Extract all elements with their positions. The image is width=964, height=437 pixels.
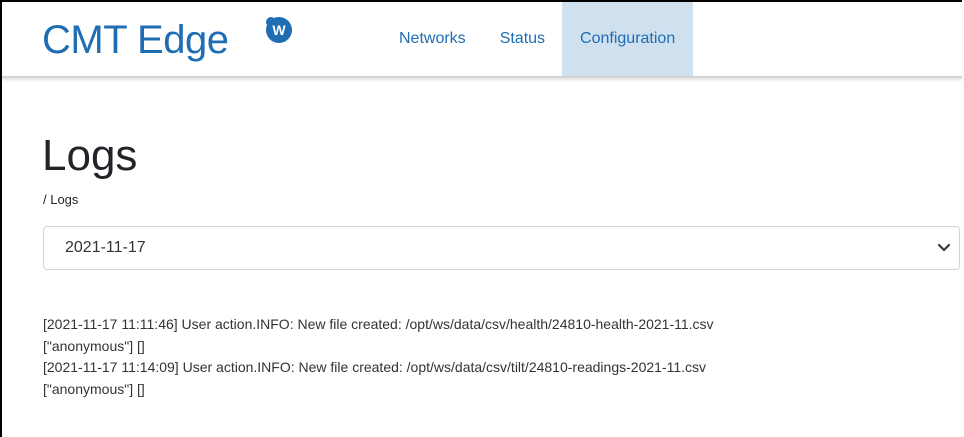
log-line: ["anonymous"] []	[43, 337, 145, 354]
log-line: [2021-11-17 11:14:09] User action.INFO: …	[43, 359, 707, 375]
nav-networks[interactable]: Networks	[382, 2, 483, 76]
brand-badge-letter: W	[272, 22, 286, 38]
log-output: [2021-11-17 11:11:46] User action.INFO: …	[43, 314, 943, 400]
nav-configuration[interactable]: Configuration	[562, 2, 694, 76]
log-date-select[interactable]: 2021-11-17	[43, 226, 960, 270]
top-navbar: CMT Edge W Networks Status Configuration	[2, 2, 962, 78]
breadcrumb[interactable]: / Logs	[43, 192, 78, 207]
nav-status[interactable]: Status	[483, 2, 562, 76]
page-title: Logs	[42, 131, 138, 180]
brand-badge-icon: W	[266, 17, 292, 43]
log-line: [2021-11-17 11:11:46] User action.INFO: …	[43, 316, 714, 332]
nav-menu: Networks Status Configuration	[382, 2, 694, 76]
brand-logo[interactable]: CMT Edge	[42, 18, 229, 62]
log-line: ["anonymous"] []	[43, 380, 145, 397]
chevron-down-icon	[937, 243, 951, 252]
log-date-selected-value: 2021-11-17	[65, 239, 146, 256]
